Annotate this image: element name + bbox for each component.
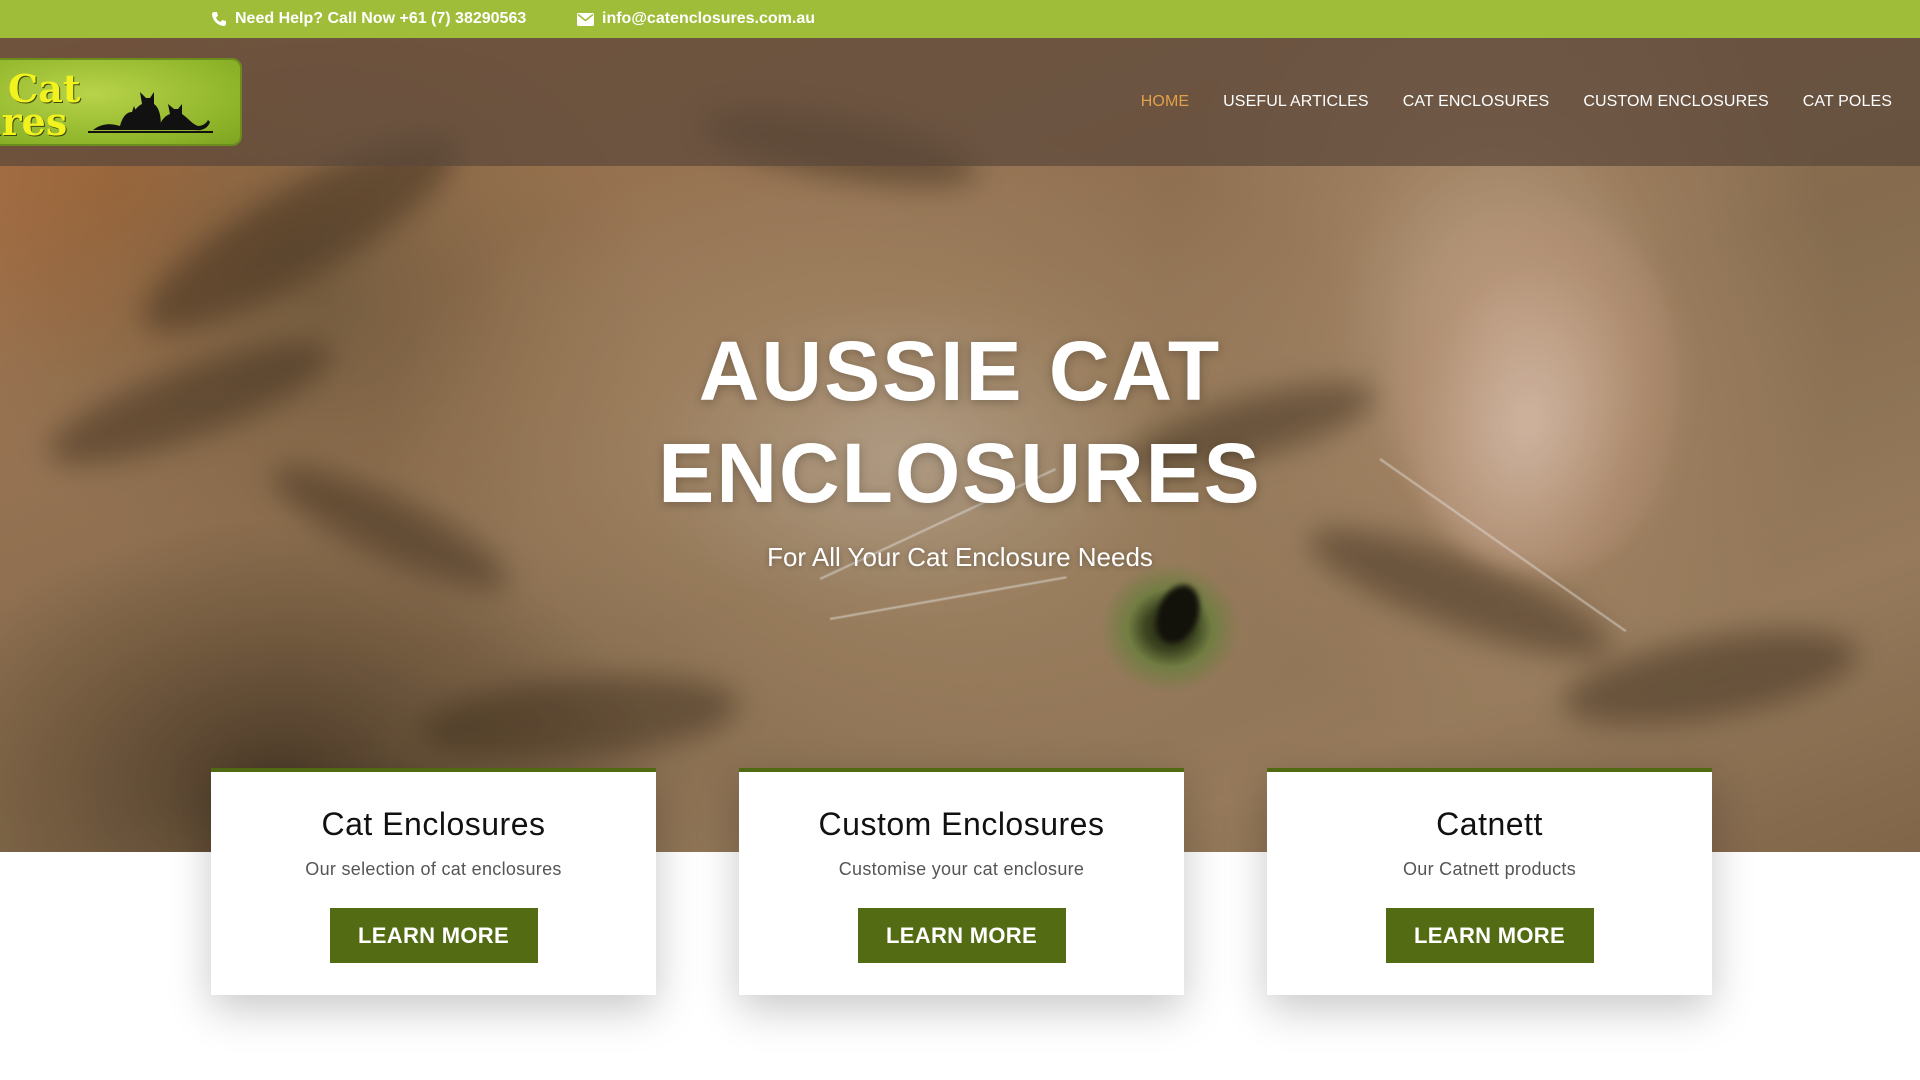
- learn-more-button[interactable]: LEARN MORE: [329, 908, 538, 963]
- phone-text: Need Help? Call Now +61 (7) 38290563: [235, 10, 527, 27]
- hero-subtitle: For All Your Cat Enclosure Needs: [767, 542, 1153, 572]
- main-nav: HOME USEFUL ARTICLES CAT ENCLOSURES CUST…: [1141, 38, 1892, 166]
- card-description: Customise your cat enclosure: [838, 859, 1085, 879]
- hero-title-line2: ENCLOSURES: [658, 426, 1262, 520]
- phone-icon: [212, 12, 226, 26]
- hero-title-line1: AUSSIE CAT: [698, 324, 1222, 418]
- cat-silhouettes-icon: [88, 92, 213, 133]
- card-custom-enclosures: Custom Enclosures Customise your cat enc…: [739, 768, 1184, 995]
- nav-item-cat-enclosures[interactable]: CAT ENCLOSURES: [1403, 93, 1550, 111]
- nav-item-useful-articles[interactable]: USEFUL ARTICLES: [1223, 93, 1369, 111]
- logo-text-line2: ures: [0, 99, 68, 144]
- nav-item-cat-poles[interactable]: CAT POLES: [1803, 93, 1892, 111]
- site-logo[interactable]: Cat ures: [0, 58, 242, 146]
- card-catnett: Catnett Our Catnett products LEARN MORE: [1267, 768, 1712, 995]
- email-contact-link[interactable]: info@catenclosures.com.au: [577, 0, 815, 38]
- nav-item-home[interactable]: HOME: [1141, 93, 1189, 111]
- card-description: Our Catnett products: [1402, 859, 1577, 879]
- card-description: Our selection of cat enclosures: [305, 859, 562, 879]
- hero-title: AUSSIE CAT ENCLOSURES: [560, 320, 1360, 524]
- phone-contact-link[interactable]: Need Help? Call Now +61 (7) 38290563: [211, 0, 526, 38]
- card-title: Catnett: [1436, 806, 1543, 842]
- email-text: info@catenclosures.com.au: [602, 10, 815, 27]
- card-cat-enclosures: Cat Enclosures Our selection of cat encl…: [211, 768, 656, 995]
- top-contact-bar: Need Help? Call Now +61 (7) 38290563 inf…: [0, 0, 1920, 38]
- envelope-icon: [577, 12, 594, 26]
- card-title: Cat Enclosures: [321, 806, 546, 842]
- learn-more-button[interactable]: LEARN MORE: [857, 908, 1066, 963]
- card-title: Custom Enclosures: [818, 806, 1105, 842]
- nav-item-custom-enclosures[interactable]: CUSTOM ENCLOSURES: [1583, 93, 1768, 111]
- learn-more-button[interactable]: LEARN MORE: [1385, 908, 1594, 963]
